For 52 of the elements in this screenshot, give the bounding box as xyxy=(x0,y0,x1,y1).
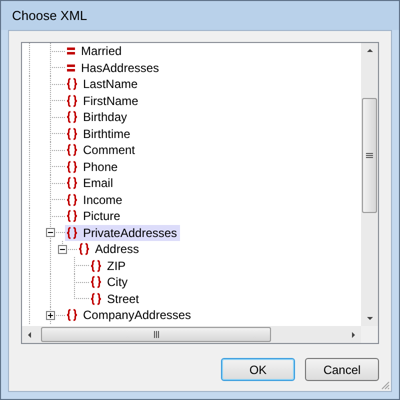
braces-icon xyxy=(66,94,78,107)
tree-item[interactable]: Married xyxy=(65,43,125,60)
horizontal-scrollbar[interactable] xyxy=(22,326,361,343)
tree-item[interactable]: Street xyxy=(89,290,142,307)
tree-item[interactable]: Income xyxy=(65,192,126,208)
grip-icon xyxy=(366,153,373,158)
braces-icon xyxy=(66,226,78,239)
scroll-up-icon[interactable] xyxy=(366,49,372,52)
grip-icon xyxy=(154,331,158,338)
tree-item[interactable]: FirstName xyxy=(65,92,142,109)
expand-toggle[interactable] xyxy=(46,310,55,320)
tree-item[interactable]: Comment xyxy=(65,142,138,158)
collapse-toggle[interactable] xyxy=(58,244,67,254)
tree-item[interactable]: Email xyxy=(65,175,116,192)
scroll-thumb[interactable] xyxy=(362,98,377,213)
braces-icon xyxy=(90,292,102,305)
braces-icon xyxy=(66,128,78,140)
tree-item[interactable]: City xyxy=(89,274,131,290)
scroll-left-icon[interactable] xyxy=(28,332,31,338)
braces-icon xyxy=(90,276,102,288)
scroll-down-icon[interactable] xyxy=(366,317,372,320)
tree-item[interactable]: Birthtime xyxy=(65,126,134,142)
scroll-thumb[interactable] xyxy=(41,327,271,342)
tree-item[interactable]: PrivateAddresses xyxy=(65,224,180,241)
braces-icon xyxy=(78,243,90,256)
tree-item[interactable]: ZIP xyxy=(89,258,129,274)
braces-icon xyxy=(66,309,78,322)
tree-item[interactable]: CompanyAddresses xyxy=(65,307,194,324)
resize-grip-icon[interactable] xyxy=(380,380,390,390)
scrollbar-corner xyxy=(361,326,378,343)
scroll-right-icon[interactable] xyxy=(352,332,355,338)
collapse-toggle[interactable] xyxy=(46,228,55,238)
tree-item[interactable]: LastName xyxy=(65,76,141,92)
tree-item[interactable]: Picture xyxy=(65,208,124,224)
braces-icon xyxy=(66,78,78,90)
braces-icon xyxy=(66,160,78,173)
tree-item[interactable]: Address xyxy=(77,241,142,258)
equals-icon xyxy=(66,64,76,72)
vertical-scrollbar[interactable] xyxy=(361,43,378,326)
tree-item[interactable]: Birthday xyxy=(65,109,130,126)
braces-icon xyxy=(66,210,78,222)
tree-item[interactable]: Phone xyxy=(65,158,121,175)
equals-icon xyxy=(66,47,76,56)
window-title: Choose XML xyxy=(12,6,88,25)
braces-icon xyxy=(66,144,78,156)
dialog-button[interactable]: OK xyxy=(221,358,295,381)
dialog-button[interactable]: Cancel xyxy=(305,358,379,381)
braces-icon xyxy=(66,177,78,190)
braces-icon xyxy=(66,194,78,206)
tree-item[interactable]: HasAddresses xyxy=(65,60,162,76)
braces-icon xyxy=(90,260,102,272)
braces-icon xyxy=(66,111,78,124)
